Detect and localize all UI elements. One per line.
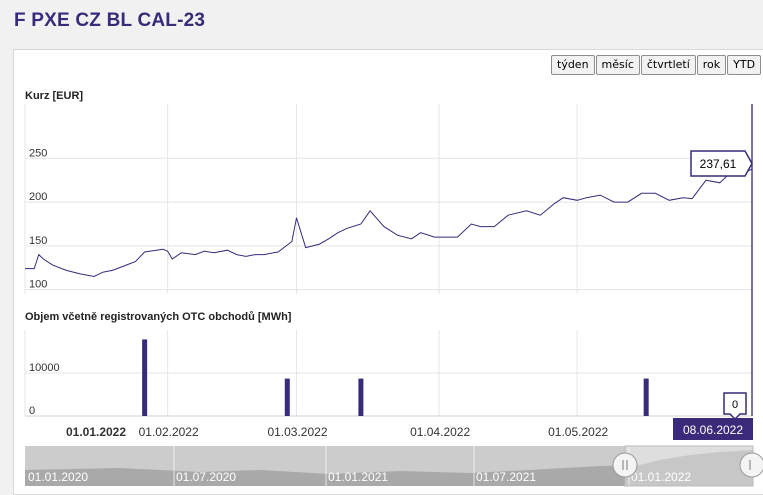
volume-bar (142, 339, 148, 416)
last-price-label: 237,61 (700, 157, 737, 171)
grid-lines (24, 104, 752, 417)
navigator-date-label: 01.07.2020 (176, 470, 236, 484)
navigator[interactable]: 01.01.2020 01.07.2020 01.01.2021 01.07.2021… (25, 445, 763, 487)
volume-panel-title: Objem včetně registrovaných OTC obchodů … (25, 311, 292, 323)
x-axis: 01.01.2022 01.02.2022 01.03.2022 01.04.2022… (66, 425, 609, 439)
range-end-date-label: 08.06.2022 (683, 423, 743, 437)
price-y-tick-label: 200 (29, 191, 47, 203)
price-panel-title: Kurz [EUR] (25, 90, 83, 102)
range-end-date-badge: 08.06.2022 (673, 418, 753, 440)
volume-y-tick-label: 10000 (29, 362, 60, 374)
price-y-tick-label: 250 (29, 147, 47, 159)
navigator-left-handle[interactable] (612, 452, 638, 478)
navigator-date-label: 01.07.2021 (476, 470, 536, 484)
x-tick-label: 01.04.2022 (410, 425, 470, 439)
navigator-date-label: 01.01.2020 (28, 470, 88, 484)
x-tick-label: 01.03.2022 (267, 425, 327, 439)
price-y-axis: 100 150 200 250 (29, 147, 47, 290)
volume-bar (643, 378, 649, 416)
price-y-tick-label: 100 (29, 279, 47, 291)
last-price-callout: 237,61 (690, 150, 753, 177)
price-volume-chart: Kurz [EUR] 100 150 200 250 237,61 Objem vče… (24, 90, 763, 487)
volume-bar (358, 378, 364, 416)
volume-bar (284, 378, 290, 416)
navigator-right-handle-knob[interactable] (739, 452, 763, 478)
navigator-selected-range[interactable] (624, 445, 754, 487)
x-tick-label: 01.01.2022 (66, 425, 126, 439)
x-tick-label: 01.02.2022 (139, 425, 199, 439)
price-series-line (25, 168, 753, 278)
navigator-right-handle[interactable] (739, 452, 763, 478)
volume-bars (142, 339, 649, 416)
navigator-left-handle-knob[interactable] (612, 452, 638, 478)
x-tick-label: 01.05.2022 (548, 425, 608, 439)
volume-y-tick-label: 0 (29, 405, 35, 417)
last-volume-label: 0 (732, 399, 738, 411)
navigator-date-label: 01.01.2021 (328, 470, 388, 484)
price-y-tick-label: 150 (29, 235, 47, 247)
volume-y-axis: 0 10000 (29, 362, 60, 417)
last-volume-callout: 0 (723, 392, 747, 421)
